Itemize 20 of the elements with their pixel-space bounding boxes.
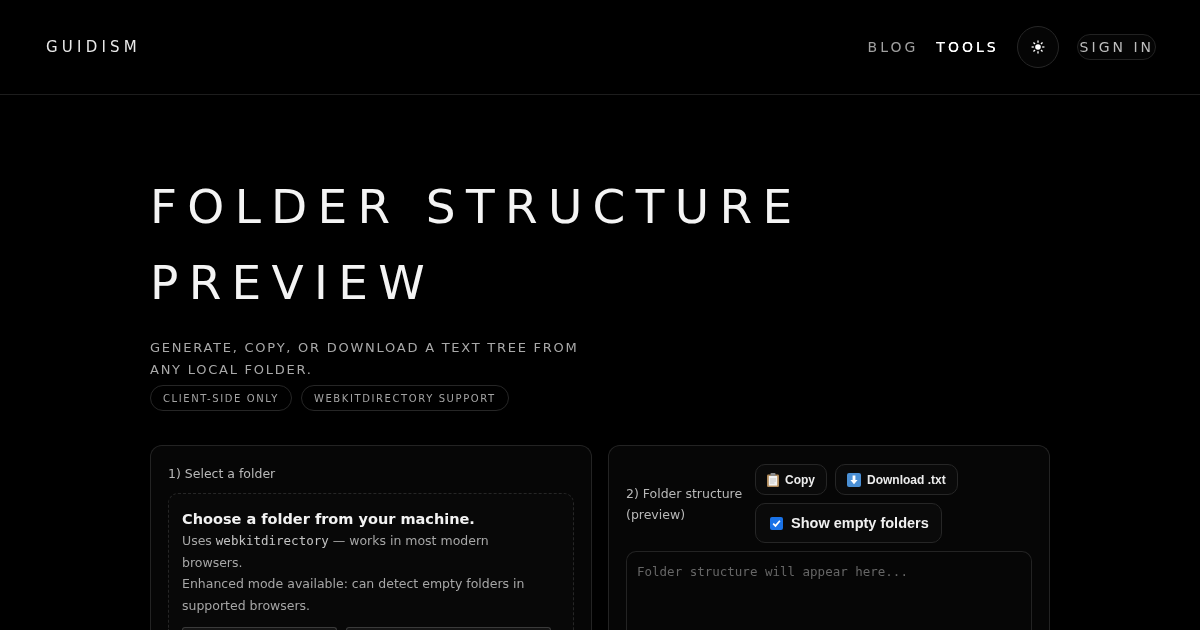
nav-link[interactable]: TOOLS [936,39,999,55]
dropzone-description: Uses webkitdirectory — works in most modern browsers. [182,532,490,572]
copy-button[interactable]: Copy [755,464,827,495]
down-arrow-icon [847,472,861,487]
dropzone-note: Enhanced mode available: can detect empty folders in supported browsers. [182,575,526,615]
page-subtitle: GENERATE, COPY, OR DOWNLOAD A TEXT TREE FROM ANY LOCAL FOLDER. [150,339,580,379]
download-button[interactable]: Download .txt [835,464,958,495]
sun-icon [1030,40,1045,54]
page-title: FOLDER STRUCTURE PREVIEW [150,178,804,312]
output-field[interactable]: Folder structure will appear here... [626,551,1032,630]
site-logo[interactable]: GUIDISM [46,38,141,56]
sign-in-button[interactable]: SIGN IN [1076,34,1156,60]
theme-toggle[interactable] [1016,26,1059,68]
panel-label: 1) Select a folder [168,465,277,483]
panel-label: 2) Folder structure (preview) [626,484,743,524]
show-empty-folders-toggle[interactable]: Show empty folders [755,503,942,543]
nav-link[interactable]: BLOG [867,39,919,55]
dropzone-heading: Choose a folder from your machine. [182,510,476,529]
checkbox[interactable] [770,516,783,530]
clipboard-icon [767,472,779,487]
